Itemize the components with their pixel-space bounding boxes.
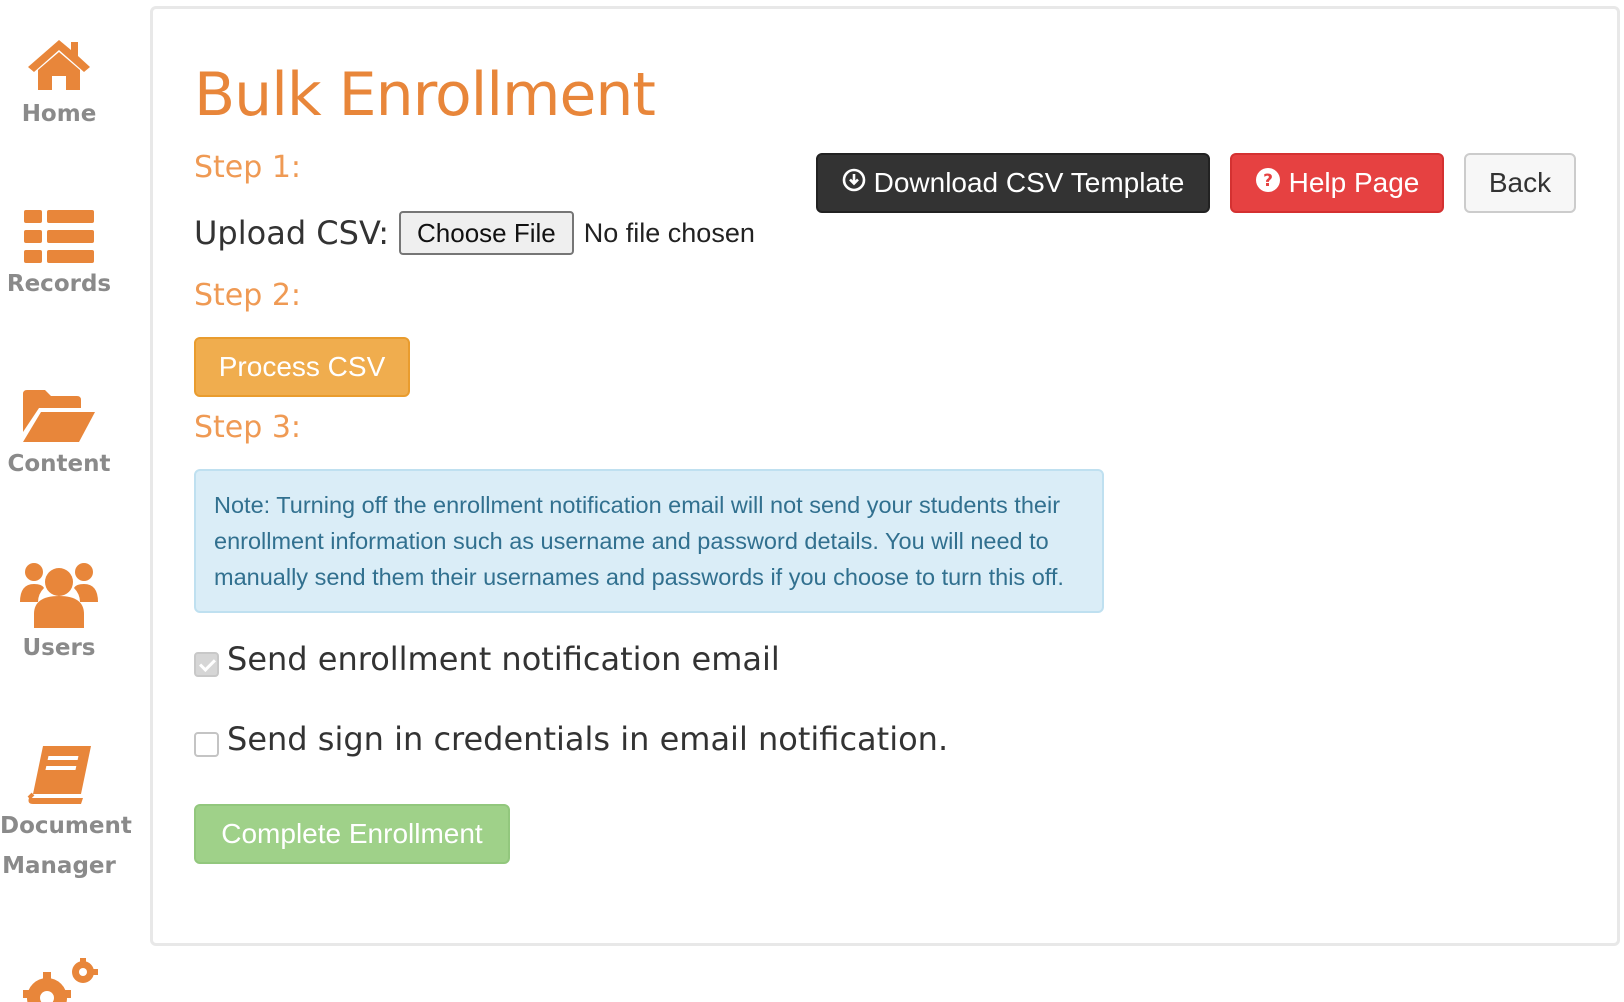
folder-open-icon: [0, 388, 118, 444]
back-button[interactable]: Back: [1464, 153, 1576, 213]
complete-enrollment-button[interactable]: Complete Enrollment: [194, 804, 510, 864]
upload-row: Upload CSV: Choose File No file chosen: [194, 210, 755, 256]
sidebar-item-content[interactable]: Content: [0, 388, 118, 484]
home-icon: [0, 36, 118, 94]
question-circle-icon: ?: [1255, 167, 1281, 200]
file-status-text: No file chosen: [583, 217, 755, 248]
help-page-button[interactable]: ? Help Page: [1230, 153, 1444, 213]
send-notification-option[interactable]: Send enrollment notification email: [194, 640, 780, 678]
step-2-label: Step 2:: [194, 278, 302, 313]
send-notification-label: Send enrollment notification email: [227, 640, 780, 678]
gears-icon: [0, 958, 118, 1002]
page-title: Bulk Enrollment: [194, 60, 656, 130]
process-csv-button[interactable]: Process CSV: [194, 337, 410, 397]
enrollment-note-alert: Note: Turning off the enrollment notific…: [194, 469, 1104, 613]
sidebar-item-label: Users: [22, 635, 96, 661]
sidebar-item-document-manager[interactable]: Document Manager: [0, 744, 132, 886]
download-circle-icon: [842, 167, 866, 199]
upload-csv-label: Upload CSV:: [194, 214, 390, 252]
sidebar-item-settings[interactable]: [0, 958, 118, 1002]
sidebar-item-label: Records: [6, 271, 112, 297]
sidebar-item-label: Home: [21, 101, 97, 127]
download-csv-template-button[interactable]: Download CSV Template: [816, 153, 1210, 213]
step-3-label: Step 3:: [194, 410, 302, 445]
step-1-label: Step 1:: [194, 150, 302, 185]
sidebar-item-records[interactable]: Records: [0, 210, 118, 304]
help-page-label: Help Page: [1288, 167, 1420, 198]
send-credentials-checkbox[interactable]: [194, 731, 219, 757]
send-credentials-option[interactable]: Send sign in credentials in email notifi…: [194, 720, 948, 758]
sidebar-item-home[interactable]: Home: [0, 36, 118, 134]
sidebar-item-label: Content: [7, 451, 111, 477]
list-icon: [0, 210, 118, 264]
book-icon: [0, 744, 118, 806]
users-icon: [0, 558, 118, 628]
download-csv-template-label: Download CSV Template: [873, 167, 1185, 198]
svg-text:?: ?: [1263, 171, 1273, 191]
choose-file-button[interactable]: Choose File: [399, 211, 574, 255]
send-notification-checkbox[interactable]: [194, 651, 219, 677]
sidebar-item-label-line1: Document: [0, 813, 132, 839]
sidebar-nav: Home Records Content Users Document Mana…: [0, 0, 132, 1002]
send-credentials-label: Send sign in credentials in email notifi…: [227, 720, 949, 758]
sidebar-item-users[interactable]: Users: [0, 558, 118, 668]
sidebar-item-label-line2: Manager: [2, 853, 116, 879]
